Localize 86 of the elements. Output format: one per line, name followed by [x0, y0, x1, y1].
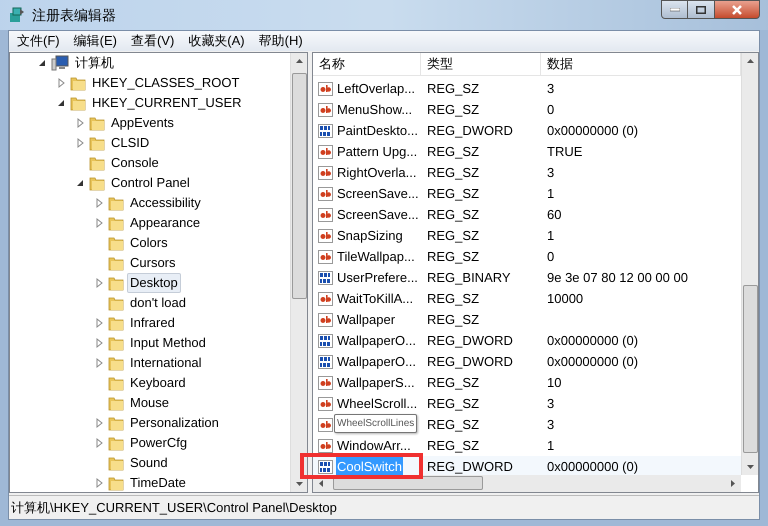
value-data: 0x00000000 (0)	[546, 352, 638, 371]
column-header[interactable]: 名称	[313, 53, 421, 75]
tree-item[interactable]: Personalization	[127, 413, 222, 433]
value-type: REG_SZ	[426, 206, 480, 224]
tree-item[interactable]: AppEvents	[108, 113, 177, 133]
value-type: REG_SZ	[426, 394, 480, 413]
value-data: 3	[546, 416, 554, 434]
tree-item[interactable]: Input Method	[127, 333, 209, 353]
tree-item[interactable]: Sound	[127, 453, 171, 473]
value-name[interactable]: ScreenSave...	[336, 204, 420, 224]
value-type: REG_DWORD	[426, 332, 514, 350]
value-data: 1	[546, 436, 554, 455]
tree-item[interactable]: Control Panel	[108, 173, 193, 193]
tree-item[interactable]: Cursors	[127, 253, 179, 273]
value-data: 0x00000000 (0)	[546, 122, 638, 140]
menu-item[interactable]: 查看(V)	[124, 31, 182, 51]
menu-item[interactable]: 帮助(H)	[252, 31, 310, 51]
value-data: 3	[546, 164, 554, 182]
value-type: REG_SZ	[426, 226, 480, 245]
tree-item[interactable]: PowerCfg	[127, 433, 190, 453]
value-data: 3	[546, 394, 554, 413]
value-data: 0x00000000 (0)	[546, 332, 638, 350]
value-data: 1	[546, 226, 554, 245]
value-name[interactable]: UserPrefere...	[336, 268, 419, 288]
value-type: REG_DWORD	[426, 458, 514, 476]
value-data: 3	[546, 80, 554, 98]
value-name[interactable]: WaitToKillA...	[336, 288, 414, 308]
value-data: TRUE	[546, 142, 582, 161]
value-type: REG_DWORD	[426, 122, 514, 140]
value-type: REG_SZ	[426, 290, 480, 308]
value-type: REG_SZ	[426, 248, 480, 266]
value-type: REG_SZ	[426, 80, 480, 98]
tree-item[interactable]: Infrared	[127, 313, 178, 333]
tree-item[interactable]: Console	[108, 153, 162, 173]
value-name[interactable]: WheelScroll...	[336, 394, 418, 414]
column-header[interactable]: 类型	[421, 53, 541, 75]
tree-item[interactable]: TimeDate	[127, 473, 189, 492]
tooltip: WheelScrollLines	[334, 414, 418, 433]
tree-item[interactable]: CLSID	[108, 133, 152, 153]
value-name[interactable]: WindowArr...	[336, 436, 412, 456]
value-data: 1	[546, 184, 554, 203]
value-name[interactable]: Wallpaper	[336, 310, 396, 330]
value-name[interactable]: SnapSizing	[336, 226, 404, 246]
value-type: REG_DWORD	[426, 352, 514, 371]
tree-item[interactable]: HKEY_CLASSES_ROOT	[89, 73, 242, 93]
value-name[interactable]: ScreenSave...	[336, 184, 420, 204]
value-name[interactable]: LeftOverlap...	[336, 78, 416, 98]
tree-item[interactable]: Colors	[127, 233, 171, 253]
value-data: 0	[546, 100, 554, 119]
value-name[interactable]: WallpaperS...	[336, 372, 416, 392]
value-data: 0x00000000 (0)	[546, 458, 638, 476]
value-name[interactable]: Pattern Upg...	[336, 142, 418, 162]
value-type: REG_BINARY	[426, 268, 512, 287]
menu-item[interactable]: 文件(F)	[10, 31, 67, 51]
tree-item[interactable]: Keyboard	[127, 373, 189, 393]
tree-item[interactable]: Desktop	[127, 273, 181, 293]
value-type: REG_SZ	[426, 184, 480, 203]
value-name[interactable]: WallpaperO...	[336, 352, 417, 372]
tree-item[interactable]: don't load	[127, 293, 189, 313]
menu-item[interactable]: 收藏夹(A)	[181, 31, 252, 51]
value-type: REG_SZ	[426, 436, 480, 455]
tree-item[interactable]: Accessibility	[127, 193, 204, 213]
value-data: 9e 3e 07 80 12 00 00 00	[546, 268, 688, 287]
menu-item[interactable]: 编辑(E)	[66, 31, 124, 51]
value-name[interactable]: RightOverla...	[336, 162, 418, 182]
value-name[interactable]: PaintDeskto...	[336, 120, 419, 140]
tree-item[interactable]: International	[127, 353, 205, 373]
value-data: 0	[546, 248, 554, 266]
window-title: 注册表编辑器	[32, 6, 116, 24]
value-type: REG_SZ	[426, 310, 480, 329]
value-name[interactable]: TileWallpap...	[336, 246, 416, 266]
value-name[interactable]: WallpaperO...	[336, 330, 417, 350]
value-data: 10	[546, 374, 562, 392]
value-data: 60	[546, 206, 562, 224]
value-name[interactable]: MenuShow...	[336, 100, 414, 120]
status-path: 计算机\HKEY_CURRENT_USER\Control Panel\Desktop	[11, 498, 337, 517]
value-data: 10000	[546, 290, 584, 308]
tree-item[interactable]: Appearance	[127, 213, 204, 233]
value-type: REG_SZ	[426, 100, 480, 119]
value-type: REG_SZ	[426, 142, 480, 161]
tree-item[interactable]: HKEY_CURRENT_USER	[89, 93, 245, 113]
tree-item[interactable]: Mouse	[127, 393, 172, 413]
tree-item[interactable]: 计算机	[72, 53, 117, 73]
value-type: REG_SZ	[426, 164, 480, 182]
value-type: REG_SZ	[426, 416, 480, 434]
value-type: REG_SZ	[426, 374, 480, 392]
